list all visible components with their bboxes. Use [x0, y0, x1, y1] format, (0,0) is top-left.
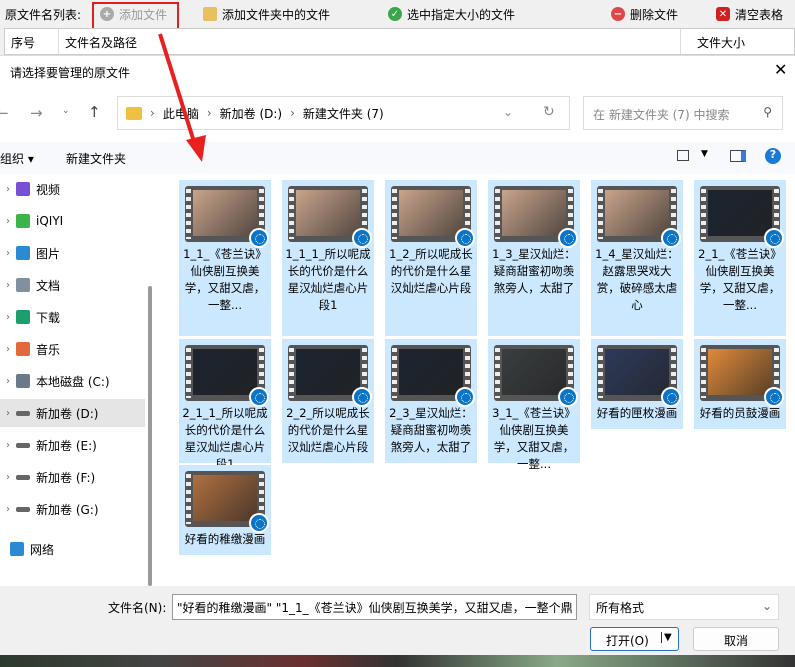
red-arrow: [158, 33, 206, 162]
